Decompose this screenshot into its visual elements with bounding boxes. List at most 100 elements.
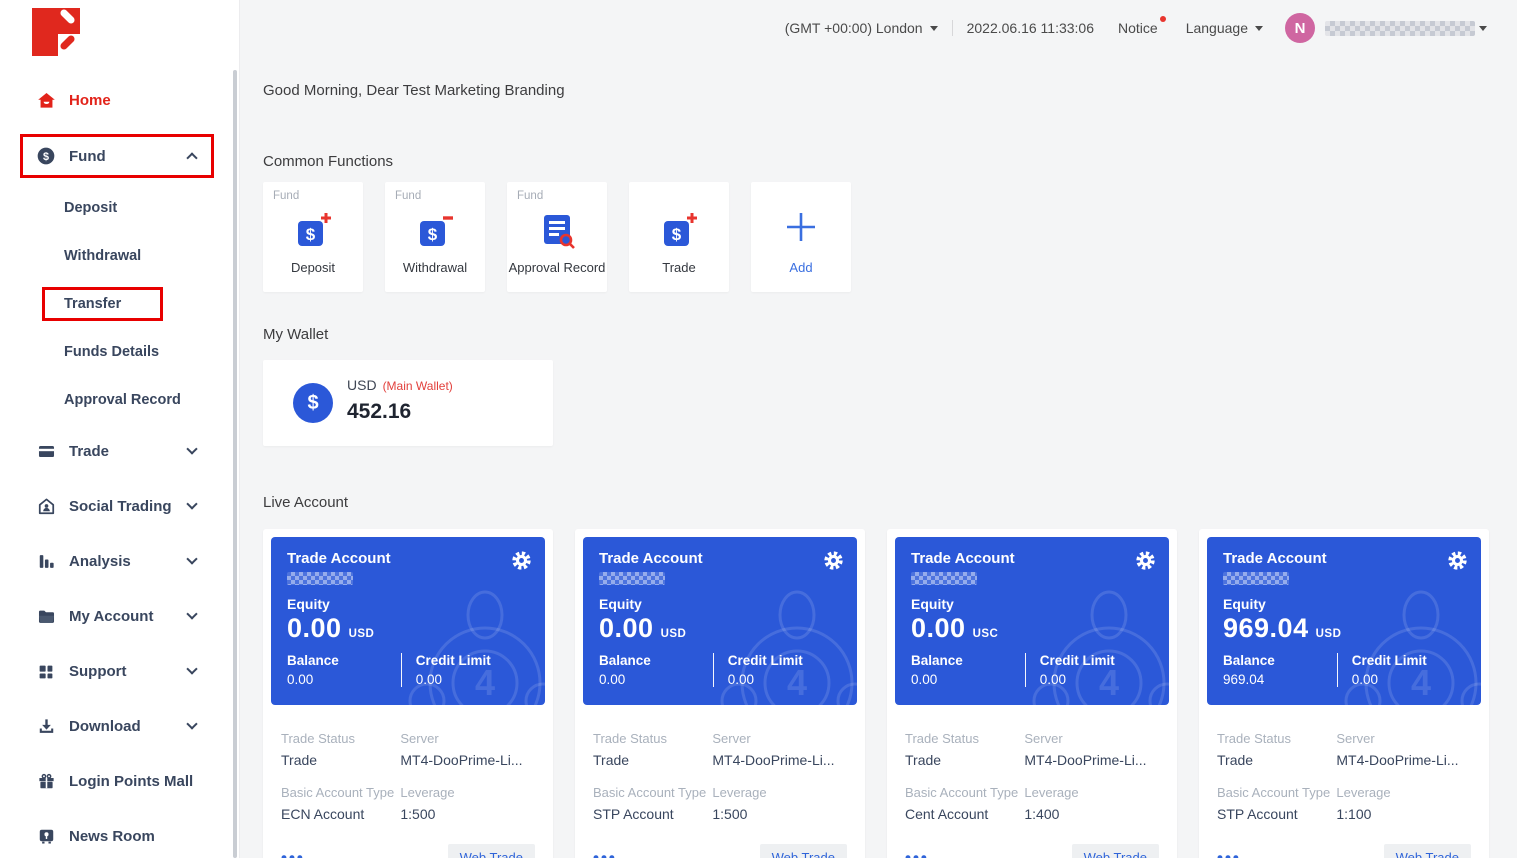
sidebar-item-social-trading[interactable]: Social Trading — [0, 479, 240, 534]
gear-icon[interactable] — [511, 550, 532, 571]
more-options-button[interactable]: ••• — [281, 853, 305, 858]
more-options-button[interactable]: ••• — [593, 853, 617, 858]
account-type-label: Basic Account Type — [1217, 785, 1336, 800]
sidebar-item-fund[interactable]: $ Fund — [0, 128, 240, 184]
gear-icon[interactable] — [823, 550, 844, 571]
web-trade-button[interactable]: Web Trade — [448, 844, 535, 858]
language-dropdown[interactable]: Language — [1186, 20, 1263, 36]
balance-value: 969.04 — [1223, 672, 1337, 687]
chevron-down-icon — [186, 553, 197, 564]
balance-label: Balance — [599, 653, 713, 668]
trade-plus-icon: $ — [659, 212, 699, 255]
svg-text:$: $ — [428, 225, 438, 244]
equity-value: 969.04 — [1223, 613, 1309, 644]
social-trading-icon — [36, 497, 56, 517]
equity-label: Equity — [1223, 596, 1465, 612]
my-account-icon — [36, 607, 56, 627]
equity-currency: USC — [973, 628, 999, 640]
cf-card-add[interactable]: Add — [751, 182, 851, 292]
sidebar-item-download[interactable]: Download — [0, 699, 240, 754]
sidebar-item-withdrawal[interactable]: Withdrawal — [0, 232, 240, 280]
leverage-label: Leverage — [400, 785, 535, 800]
gear-icon[interactable] — [1447, 550, 1468, 571]
leverage-value: 1:500 — [400, 806, 535, 822]
topbar: (GMT +00:00) London 2022.06.16 11:33:06 … — [240, 0, 1517, 56]
cf-card-deposit[interactable]: Fund $ Deposit — [263, 182, 363, 292]
sidebar-item-deposit[interactable]: Deposit — [0, 184, 240, 232]
sidebar-item-transfer[interactable]: Transfer — [0, 280, 240, 328]
user-menu-caret-icon[interactable] — [1479, 26, 1487, 31]
leverage-value: 1:400 — [1024, 806, 1159, 822]
web-trade-button[interactable]: Web Trade — [760, 844, 847, 858]
chevron-down-icon — [186, 443, 197, 454]
approval-record-icon — [537, 212, 577, 255]
chevron-down-icon — [186, 498, 197, 509]
server-label: Server — [1024, 731, 1159, 746]
brand-logo-icon[interactable] — [32, 8, 80, 56]
cf-card-withdrawal[interactable]: Fund $ Withdrawal — [385, 182, 485, 292]
more-options-button[interactable]: ••• — [905, 853, 929, 858]
account-number-redacted — [1223, 572, 1289, 585]
greeting-text: Good Morning, Dear Test Marketing Brandi… — [263, 82, 565, 99]
home-icon — [36, 90, 56, 110]
more-options-button[interactable]: ••• — [1217, 853, 1241, 858]
leverage-value: 1:500 — [712, 806, 847, 822]
datetime-display: 2022.06.16 11:33:06 — [967, 20, 1094, 36]
trade-account-summary: 4 Trade Account Equity 0.00 USC Balance … — [895, 537, 1169, 705]
trade-status-value: Trade — [1217, 752, 1336, 768]
credit-limit-value: 0.00 — [416, 672, 529, 687]
gift-icon — [36, 772, 56, 792]
analysis-icon — [36, 552, 56, 572]
equity-value: 0.00 — [911, 613, 966, 644]
server-label: Server — [712, 731, 847, 746]
balance-label: Balance — [911, 653, 1025, 668]
svg-text:$: $ — [306, 225, 316, 244]
credit-limit-label: Credit Limit — [416, 653, 529, 668]
credit-limit-value: 0.00 — [1040, 672, 1153, 687]
notice-button[interactable]: Notice — [1118, 20, 1158, 36]
sidebar-item-support[interactable]: Support — [0, 644, 240, 699]
trade-status-label: Trade Status — [1217, 731, 1336, 746]
equity-value: 0.00 — [287, 613, 342, 644]
sidebar-item-funds-details[interactable]: Funds Details — [0, 328, 240, 376]
sidebar-item-analysis[interactable]: Analysis — [0, 534, 240, 589]
timezone-dropdown[interactable]: (GMT +00:00) London — [785, 20, 938, 36]
sidebar-item-approval-record[interactable]: Approval Record — [0, 376, 240, 424]
equity-currency: USD — [349, 628, 375, 640]
web-trade-button[interactable]: Web Trade — [1072, 844, 1159, 858]
cf-card-approval-record[interactable]: Fund Approval Record — [507, 182, 607, 292]
wallet-dollar-icon: $ — [293, 383, 333, 423]
equity-currency: USD — [661, 628, 687, 640]
sidebar-item-my-account[interactable]: My Account — [0, 589, 240, 644]
sidebar-item-home[interactable]: Home — [0, 72, 240, 128]
trade-account-name: Trade Account — [1223, 550, 1465, 567]
sidebar-item-news-room[interactable]: News Room — [0, 809, 240, 858]
common-functions-row: Fund $ Deposit Fund $ Withdrawal Fund Ap… — [263, 182, 851, 292]
trade-status-value: Trade — [281, 752, 400, 768]
trade-account-card: 4 Trade Account Equity 0.00 USC Balance … — [887, 529, 1177, 858]
trade-status-label: Trade Status — [593, 731, 712, 746]
download-icon — [36, 717, 56, 737]
sidebar-item-trade[interactable]: Trade — [0, 424, 240, 479]
equity-label: Equity — [599, 596, 841, 612]
web-trade-button[interactable]: Web Trade — [1384, 844, 1471, 858]
deposit-icon: $ — [293, 212, 333, 255]
wallet-currency: USD — [347, 377, 377, 393]
add-icon — [782, 208, 820, 251]
gear-icon[interactable] — [1135, 550, 1156, 571]
balance-label: Balance — [1223, 653, 1337, 668]
news-room-icon — [36, 827, 56, 847]
chevron-down-icon — [186, 718, 197, 729]
account-number-redacted — [287, 572, 353, 585]
cf-card-trade[interactable]: $ Trade — [629, 182, 729, 292]
sidebar-scrollbar[interactable] — [233, 70, 237, 858]
svg-text:$: $ — [672, 225, 682, 244]
account-number-redacted — [911, 572, 977, 585]
balance-value: 0.00 — [911, 672, 1025, 687]
sidebar-item-login-points-mall[interactable]: Login Points Mall — [0, 754, 240, 809]
wallet-card[interactable]: $ USD(Main Wallet) 452.16 — [263, 360, 553, 446]
avatar[interactable]: N — [1285, 13, 1315, 43]
equity-currency: USD — [1316, 628, 1342, 640]
account-type-value: ECN Account — [281, 806, 400, 822]
trade-account-name: Trade Account — [287, 550, 529, 567]
